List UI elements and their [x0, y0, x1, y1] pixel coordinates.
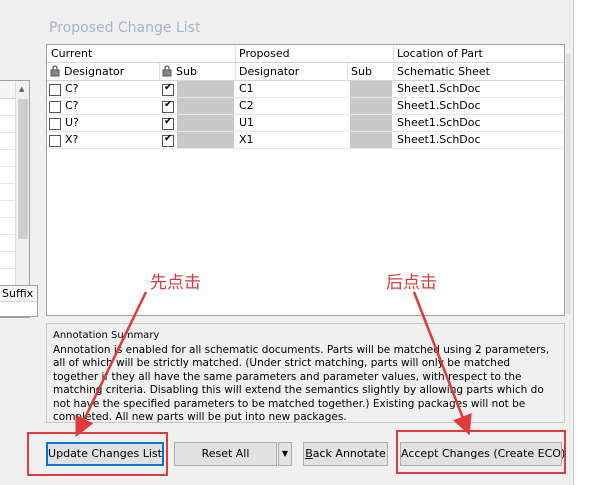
proposed-designator: C1 [239, 82, 254, 95]
current-designator: C? [65, 99, 79, 112]
proposed-change-grid[interactable]: Current Proposed Location of Part Design… [46, 44, 565, 316]
col-header-current-sub[interactable]: Sub [159, 63, 235, 81]
col-header-current-designator[interactable]: Designator [47, 63, 159, 81]
reset-all-dropdown[interactable]: ▼ [278, 442, 292, 466]
reset-all-button[interactable]: Reset All [174, 442, 277, 466]
table-row[interactable]: X? X1 Sheet1.SchDoc [47, 132, 564, 149]
table-row[interactable]: C? C1 Sheet1.SchDoc [47, 81, 564, 98]
current-designator: X? [65, 133, 79, 146]
sub-lock-checkbox[interactable] [162, 82, 174, 96]
left-list-scrollbar[interactable]: ▲ ▼ [15, 81, 29, 317]
current-sub-cell [177, 81, 234, 97]
proposed-designator: C2 [239, 99, 254, 112]
highlight-update-box [27, 432, 168, 476]
schematic-sheet: Sheet1.SchDoc [397, 82, 481, 95]
proposed-sub-cell [350, 98, 392, 114]
current-designator: C? [65, 82, 79, 95]
table-row[interactable]: U? U1 Sheet1.SchDoc [47, 115, 564, 132]
col-header-proposed-designator[interactable]: Designator [235, 63, 347, 81]
current-sub-cell [177, 115, 234, 131]
column-header-row: Designator Sub Designator Sub Schematic … [47, 63, 564, 81]
then-click-label: 后点击 [386, 273, 437, 293]
first-click-label: 先点击 [150, 273, 201, 293]
current-sub-cell [177, 132, 234, 148]
scroll-thumb[interactable] [566, 54, 571, 314]
proposed-sub-cell [350, 132, 392, 148]
suffix-header: Suffix [0, 286, 37, 302]
current-designator: U? [65, 116, 79, 129]
annotation-summary-legend: Annotation Summary [53, 330, 162, 341]
group-header-location: Location of Part [397, 47, 483, 60]
scroll-up-icon[interactable]: ▲ [19, 85, 24, 93]
sub-lock-checkbox[interactable] [162, 99, 174, 113]
proposed-designator: U1 [239, 116, 255, 129]
current-sub-cell [177, 98, 234, 114]
lock-icon[interactable] [49, 65, 61, 77]
annotation-summary: Annotation Summary Annotation is enabled… [46, 323, 565, 423]
suffix-column: Suffix [0, 285, 38, 317]
section-title: Proposed Change List [49, 20, 201, 36]
col-header-proposed-sub[interactable]: Sub [347, 63, 393, 81]
schematic-sheet: Sheet1.SchDoc [397, 133, 481, 146]
schematic-sheet: Sheet1.SchDoc [397, 99, 481, 112]
row-checkbox[interactable] [49, 118, 61, 130]
group-header-row: Current Proposed Location of Part [47, 45, 564, 63]
row-checkbox[interactable] [49, 84, 61, 96]
group-header-current: Current [51, 47, 93, 60]
right-edge-panel [573, 0, 596, 485]
proposed-sub-cell [350, 115, 392, 131]
grid-scrollbar[interactable] [565, 44, 572, 316]
left-list-panel[interactable]: ▲ ▼ [0, 80, 30, 318]
proposed-designator: X1 [239, 133, 254, 146]
proposed-sub-cell [350, 81, 392, 97]
highlight-accept-box [396, 430, 566, 474]
table-row[interactable]: C? C2 Sheet1.SchDoc [47, 98, 564, 115]
chevron-down-icon: ▼ [281, 449, 289, 458]
annotation-summary-text: Annotation is enabled for all schematic … [53, 344, 550, 424]
sub-lock-checkbox[interactable] [162, 116, 174, 130]
annotate-dialog: ▲ ▼ Suffix Proposed Change List Current … [0, 0, 596, 485]
schematic-sheet: Sheet1.SchDoc [397, 116, 481, 129]
scroll-thumb[interactable] [18, 99, 28, 239]
group-header-proposed: Proposed [239, 47, 290, 60]
sub-lock-checkbox[interactable] [162, 133, 174, 147]
lock-icon[interactable] [161, 65, 173, 77]
col-header-schematic-sheet[interactable]: Schematic Sheet [393, 63, 564, 81]
row-checkbox[interactable] [49, 135, 61, 147]
back-annotate-button[interactable]: Back Annotate [303, 442, 388, 466]
row-checkbox[interactable] [49, 101, 61, 113]
